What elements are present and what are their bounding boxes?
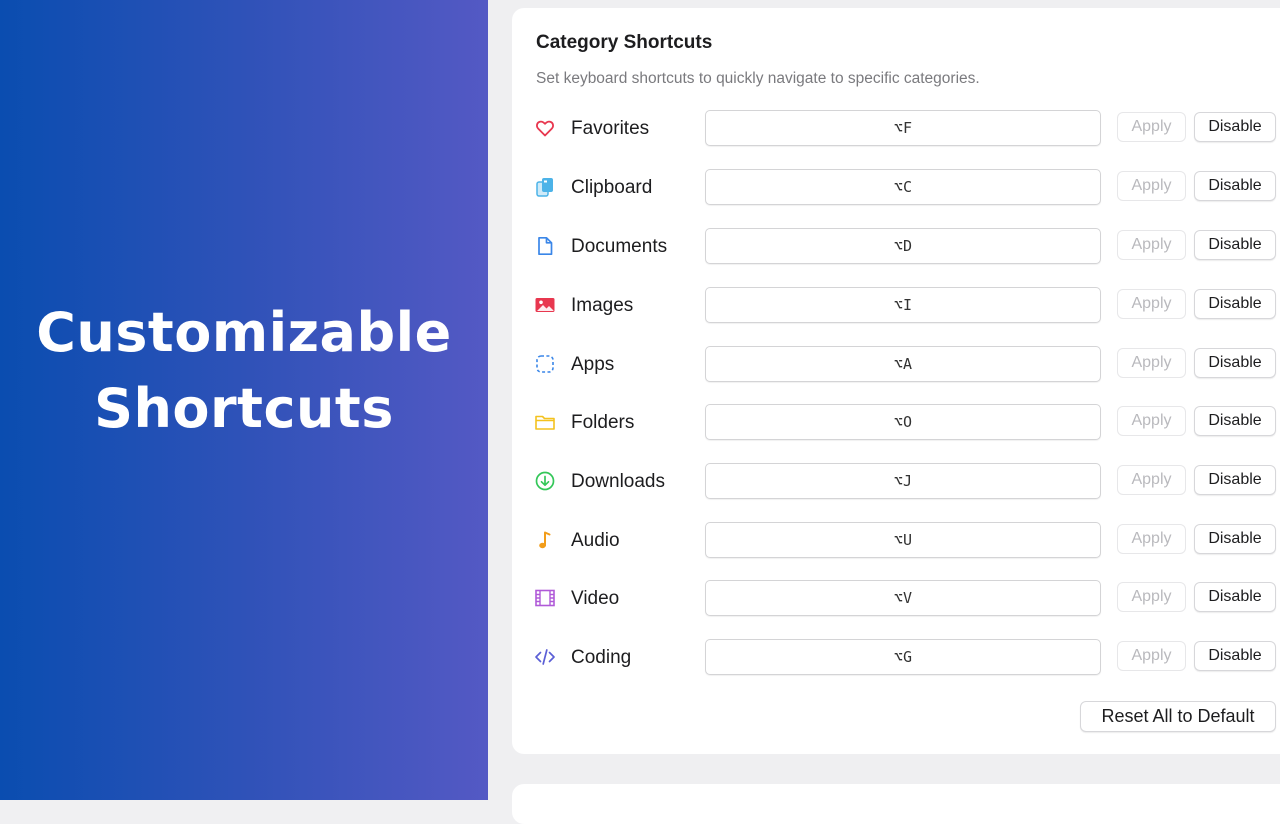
document-icon: [534, 235, 556, 257]
hero-panel: Customizable Shortcuts: [0, 0, 488, 800]
apply-button[interactable]: Apply: [1117, 641, 1186, 671]
apply-button[interactable]: Apply: [1117, 582, 1186, 612]
shortcut-row-apps: Apps ⌥A Apply Disable: [512, 345, 1280, 383]
apps-icon: [534, 353, 556, 375]
disable-button[interactable]: Disable: [1194, 112, 1276, 142]
shortcut-row-images: Images ⌥I Apply Disable: [512, 286, 1280, 324]
disable-button[interactable]: Disable: [1194, 524, 1276, 554]
section-subtitle: Set keyboard shortcuts to quickly naviga…: [536, 70, 980, 87]
reset-all-button[interactable]: Reset All to Default: [1080, 701, 1276, 732]
film-icon: [534, 587, 556, 609]
apply-button[interactable]: Apply: [1117, 406, 1186, 436]
hero-title-line-1: Customizable: [36, 301, 452, 364]
apply-button[interactable]: Apply: [1117, 348, 1186, 378]
shortcut-row-downloads: Downloads ⌥J Apply Disable: [512, 462, 1280, 500]
shortcut-recorder-field[interactable]: ⌥A: [705, 346, 1101, 382]
category-label: Downloads: [571, 471, 665, 492]
shortcut-recorder-field[interactable]: ⌥V: [705, 580, 1101, 616]
shortcut-row-folders: Folders ⌥O Apply Disable: [512, 403, 1280, 441]
section-title: Category Shortcuts: [536, 32, 713, 53]
disable-button[interactable]: Disable: [1194, 230, 1276, 260]
apply-button[interactable]: Apply: [1117, 230, 1186, 260]
shortcut-row-audio: Audio ⌥U Apply Disable: [512, 521, 1280, 559]
apply-button[interactable]: Apply: [1117, 112, 1186, 142]
code-icon: [534, 646, 556, 668]
disable-button[interactable]: Disable: [1194, 289, 1276, 319]
disable-button[interactable]: Disable: [1194, 641, 1276, 671]
clipboard-icon: [534, 176, 556, 198]
hero-title: Customizable Shortcuts: [36, 295, 452, 447]
category-label: Audio: [571, 530, 620, 551]
shortcut-recorder-field[interactable]: ⌥U: [705, 522, 1101, 558]
shortcut-row-video: Video ⌥V Apply Disable: [512, 579, 1280, 617]
shortcut-recorder-field[interactable]: ⌥J: [705, 463, 1101, 499]
disable-button[interactable]: Disable: [1194, 582, 1276, 612]
shortcut-recorder-field[interactable]: ⌥C: [705, 169, 1101, 205]
next-settings-card: [512, 784, 1280, 824]
shortcut-row-coding: Coding ⌥G Apply Disable: [512, 638, 1280, 676]
shortcut-row-documents: Documents ⌥D Apply Disable: [512, 227, 1280, 265]
shortcut-row-clipboard: Clipboard ⌥C Apply Disable: [512, 168, 1280, 206]
category-shortcuts-card: Category Shortcuts Set keyboard shortcut…: [512, 8, 1280, 754]
apply-button[interactable]: Apply: [1117, 465, 1186, 495]
hero-title-line-2: Shortcuts: [94, 377, 394, 440]
category-label: Images: [571, 295, 634, 316]
shortcut-recorder-field[interactable]: ⌥D: [705, 228, 1101, 264]
category-label: Clipboard: [571, 177, 653, 198]
disable-button[interactable]: Disable: [1194, 171, 1276, 201]
download-icon: [534, 470, 556, 492]
folder-icon: [534, 411, 556, 433]
image-icon: [534, 294, 556, 316]
disable-button[interactable]: Disable: [1194, 348, 1276, 378]
category-label: Coding: [571, 647, 632, 668]
shortcut-recorder-field[interactable]: ⌥O: [705, 404, 1101, 440]
category-label: Apps: [571, 354, 615, 375]
shortcut-recorder-field[interactable]: ⌥I: [705, 287, 1101, 323]
category-label: Favorites: [571, 118, 650, 139]
shortcut-recorder-field[interactable]: ⌥G: [705, 639, 1101, 675]
apply-button[interactable]: Apply: [1117, 524, 1186, 554]
apply-button[interactable]: Apply: [1117, 171, 1186, 201]
disable-button[interactable]: Disable: [1194, 406, 1276, 436]
shortcut-row-favorites: Favorites ⌥F Apply Disable: [512, 109, 1280, 147]
category-label: Video: [571, 588, 620, 609]
category-label: Folders: [571, 412, 635, 433]
heart-icon: [534, 117, 556, 139]
music-note-icon: [534, 529, 556, 551]
disable-button[interactable]: Disable: [1194, 465, 1276, 495]
category-label: Documents: [571, 236, 668, 257]
apply-button[interactable]: Apply: [1117, 289, 1186, 319]
shortcut-recorder-field[interactable]: ⌥F: [705, 110, 1101, 146]
